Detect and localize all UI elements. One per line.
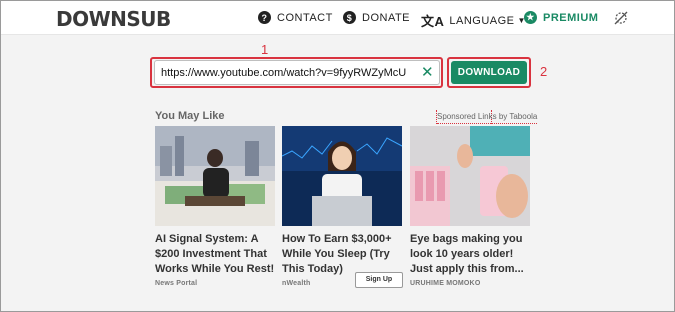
annotation-marker-2: 2 [540,64,548,79]
card-title[interactable]: How To Earn $3,000+ While You Sleep (Try… [282,232,402,277]
recommendation-card[interactable]: AI Signal System: A $200 Investment That… [155,126,275,287]
recommendation-card[interactable]: Eye bags making you look 10 years older!… [410,126,530,287]
sign-up-button[interactable]: Sign Up [355,272,403,288]
nav-premium-label: PREMIUM [543,11,599,24]
card-image [155,126,275,226]
annotation-box-1 [150,57,443,88]
annotation-box-2 [447,57,531,88]
nav-language[interactable]: 文A LANGUAGE ▼ [421,11,526,30]
nav-language-label: LANGUAGE [449,14,515,27]
card-image [410,126,530,226]
question-icon: ? [258,11,271,24]
section-heading: You May Like [155,110,225,122]
star-icon: ★ [524,11,537,24]
nav-contact[interactable]: ? CONTACT [258,11,333,24]
annotation-marker-1: 1 [261,42,269,57]
nav-donate[interactable]: $ DONATE [343,11,410,24]
card-image [282,126,402,226]
dollar-icon: $ [343,11,356,24]
card-title[interactable]: AI Signal System: A $200 Investment That… [155,232,275,277]
theme-toggle-icon[interactable] [613,10,629,26]
header: DOWNSUB ? CONTACT $ DONATE 文A LANGUAGE ▼… [1,1,674,35]
logo[interactable]: DOWNSUB [56,7,171,31]
nav-contact-label: CONTACT [277,11,333,24]
card-source: URUHIME MOMOKO [410,280,481,287]
recommendation-card[interactable]: How To Earn $3,000+ While You Sleep (Try… [282,126,402,287]
card-title[interactable]: Eye bags making you look 10 years older!… [410,232,530,277]
nav-premium[interactable]: ★ PREMIUM [524,11,598,24]
translate-icon: 文A [421,14,445,29]
card-source: News Portal [155,280,198,287]
nav-donate-label: DONATE [362,11,411,24]
sponsored-label[interactable]: Sponsored Links by Taboola [437,112,538,124]
